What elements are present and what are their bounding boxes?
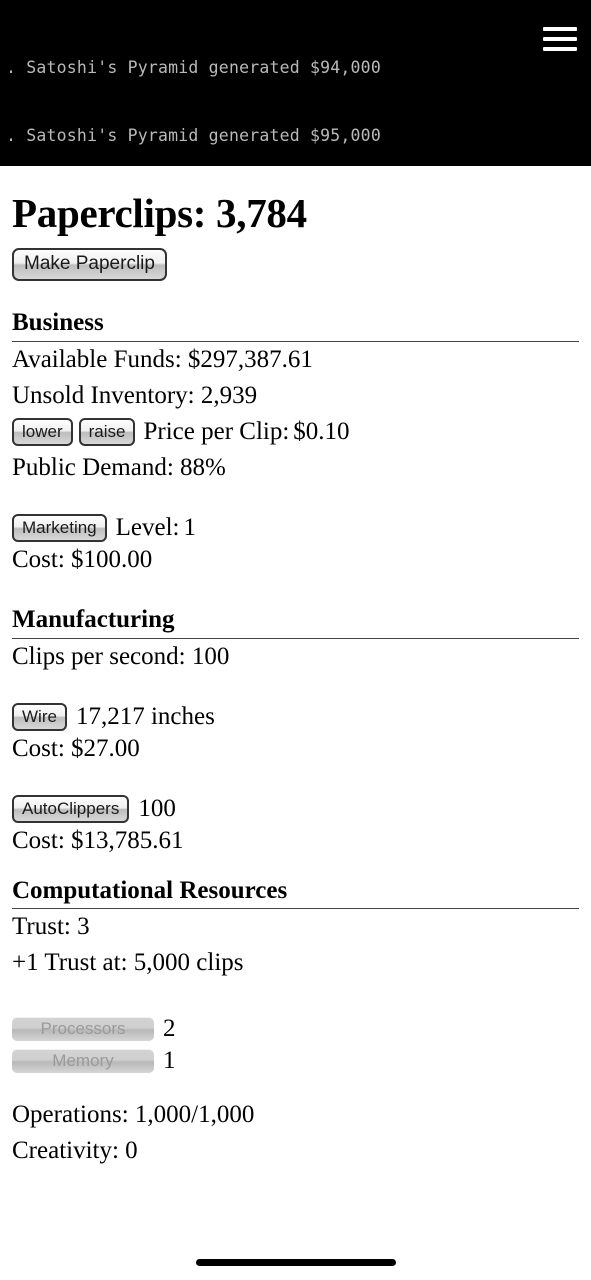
raise-price-button[interactable]: raise — [78, 417, 136, 446]
available-funds-label: Available Funds: $ — [12, 345, 201, 373]
home-indicator — [195, 1259, 396, 1266]
marketing-level-value: 1 — [183, 513, 197, 541]
paperclips-app: . Satoshi's Pyramid generated $94,000 . … — [0, 0, 591, 1280]
marketing-row: Marketing Level: 1 — [12, 513, 579, 542]
business-title: Business — [12, 309, 579, 342]
next-trust-stat: +1 Trust at: 5,000 clips — [12, 945, 579, 981]
menu-bar — [543, 47, 577, 51]
wire-cost-value: 27.00 — [83, 734, 140, 762]
price-per-clip-row: lower raise Price per Clip: $0.10 — [12, 414, 579, 450]
unsold-inventory-stat: Unsold Inventory: 2,939 — [12, 378, 579, 414]
autoclippers-cost-label: Cost: $ — [12, 826, 84, 854]
terminal-line: . Satoshi's Pyramid generated $94,000 — [6, 58, 381, 78]
clips-per-second-stat: Clips per second: 100 — [12, 639, 579, 675]
memory-button[interactable]: Memory — [12, 1049, 154, 1074]
trust-label: Trust: — [12, 913, 71, 941]
computational-resources-section: Computational Resources Trust: 3 +1 Trus… — [12, 877, 579, 1170]
wire-cost-stat: Cost: $27.00 — [12, 731, 579, 767]
menu-bar — [543, 27, 577, 31]
processors-row: Processors 2 — [12, 1015, 579, 1043]
manufacturing-section: Manufacturing Clips per second: 100 Wire… — [12, 606, 579, 859]
autoclippers-cost-stat: Cost: $13,785.61 — [12, 823, 579, 859]
terminal-line: . Satoshi's Pyramid generated $95,000 — [6, 125, 381, 145]
unsold-inventory-label: Unsold Inventory: — [12, 381, 195, 409]
public-demand-stat: Public Demand: 88% — [12, 450, 579, 486]
creativity-label: Creativity: — [12, 1137, 119, 1165]
clips-per-second-value: 100 — [191, 642, 230, 670]
marketing-level-label: Level: — [115, 513, 180, 541]
trust-value: 3 — [77, 913, 90, 941]
business-section: Business Available Funds: $297,387.61 Un… — [12, 309, 579, 578]
processors-value: 2 — [163, 1015, 176, 1043]
available-funds-stat: Available Funds: $297,387.61 — [12, 342, 579, 378]
operations-stat: Operations: 1,000/1,000 — [12, 1097, 579, 1133]
operations-value: 1,000/1,000 — [134, 1101, 255, 1129]
manufacturing-title: Manufacturing — [12, 606, 579, 639]
terminal-readout: . Satoshi's Pyramid generated $94,000 . … — [0, 0, 591, 166]
next-trust-value: 5,000 clips — [133, 949, 244, 977]
wire-cost-label: Cost: $ — [12, 734, 84, 762]
marketing-cost-value: 100.00 — [83, 545, 153, 573]
memory-row: Memory 1 — [12, 1047, 579, 1075]
menu-bar — [543, 37, 577, 41]
autoclippers-row: AutoClippers 100 — [12, 794, 579, 823]
autoclippers-value: 100 — [138, 794, 176, 822]
clips-per-second-label: Clips per second: — [12, 642, 186, 670]
marketing-cost-label: Cost: $ — [12, 545, 84, 573]
terminal-lines: . Satoshi's Pyramid generated $94,000 . … — [6, 12, 581, 166]
wire-button[interactable]: Wire — [12, 702, 67, 731]
trust-stat: Trust: 3 — [12, 909, 579, 945]
available-funds-value: 297,387.61 — [200, 345, 313, 373]
price-per-clip-value: $0.10 — [293, 417, 350, 445]
wire-row: Wire 17,217 inches — [12, 702, 579, 731]
autoclippers-cost-value: 13,785.61 — [83, 826, 184, 854]
main-content: Paperclips: 3,784 Make Paperclip Busines… — [0, 166, 591, 1169]
public-demand-label: Public Demand: — [12, 453, 174, 481]
hamburger-menu-icon[interactable] — [543, 24, 577, 54]
marketing-cost-stat: Cost: $100.00 — [12, 542, 579, 578]
make-paperclip-row: Make Paperclip — [12, 234, 579, 281]
creativity-stat: Creativity: 0 — [12, 1133, 579, 1169]
creativity-value: 0 — [125, 1137, 138, 1165]
autoclippers-button[interactable]: AutoClippers — [12, 794, 130, 823]
wire-value: 17,217 inches — [75, 702, 215, 730]
public-demand-value: 88% — [180, 453, 226, 481]
lower-price-button[interactable]: lower — [12, 417, 73, 446]
unsold-inventory-value: 2,939 — [200, 381, 258, 409]
operations-label: Operations: — [12, 1101, 129, 1129]
marketing-button[interactable]: Marketing — [12, 513, 107, 542]
make-paperclip-button[interactable]: Make Paperclip — [12, 248, 167, 281]
next-trust-label: +1 Trust at: — [12, 949, 128, 977]
memory-value: 1 — [163, 1047, 176, 1075]
computational-resources-title: Computational Resources — [12, 877, 579, 910]
processors-button[interactable]: Processors — [12, 1017, 154, 1042]
price-per-clip-label: Price per Clip: — [143, 417, 290, 445]
paperclip-count: Paperclips: 3,784 — [12, 190, 307, 236]
